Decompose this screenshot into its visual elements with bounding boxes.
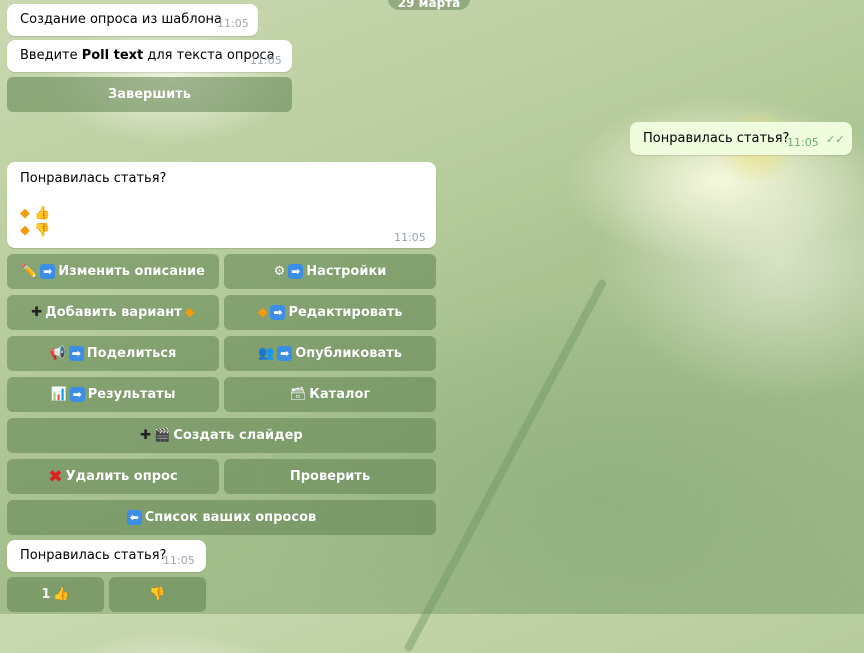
message-text-bold: Poll text (81, 48, 144, 63)
cross-icon: ✖ (48, 466, 63, 487)
thumbs-up-icon: 👍 (53, 587, 70, 602)
message-time: 11:05 (787, 136, 819, 149)
message-poll: Понравилась статья? 11:05 (7, 540, 206, 572)
button-label: Результаты (87, 387, 176, 402)
button-label: Редактировать (288, 305, 403, 320)
message-time: 11:05 (163, 554, 195, 567)
arrow-left-icon: ⬅ (126, 510, 142, 525)
diamond-icon: ◆ (257, 305, 268, 320)
like-count: 1 (41, 587, 51, 602)
double-check-icon: ✓✓ (826, 133, 845, 146)
arrow-right-icon: ➡ (270, 305, 286, 320)
arrow-right-icon: ➡ (68, 346, 84, 361)
button-label: Настройки (306, 264, 387, 279)
people-icon: 👥 (258, 346, 275, 361)
your-polls-button[interactable]: ⬅ Список ваших опросов (7, 500, 436, 535)
check-button[interactable]: Проверить (224, 459, 436, 494)
message-poll-preview: Понравилась статья? ◆ 👍 ◆ 👎 11:05 (7, 162, 436, 248)
button-label: Создать слайдер (173, 428, 303, 443)
message-text: Введите Poll text для текста опроса (20, 48, 275, 63)
edit-description-button[interactable]: ✏️ ➡ Изменить описание (7, 254, 219, 289)
message-time: 11:05 (217, 17, 249, 30)
button-label: Удалить опрос (65, 469, 178, 484)
plus-icon: ✚ (31, 305, 43, 320)
results-button[interactable]: 📊 ➡ Результаты (7, 377, 219, 412)
arrow-right-icon: ➡ (40, 264, 56, 279)
pencil-icon: ✏️ (21, 264, 38, 279)
poll-title: Понравилась статья? (20, 171, 167, 186)
button-label: Добавить вариант (45, 305, 182, 320)
catalog-button[interactable]: 🗃 Каталог (224, 377, 436, 412)
message-time: 11:05 (394, 231, 426, 244)
button-label: Каталог (309, 387, 371, 402)
vote-like-button[interactable]: 1 👍 (7, 577, 104, 612)
delete-poll-button[interactable]: ✖ Удалить опрос (7, 459, 219, 494)
button-label: Изменить описание (58, 264, 205, 279)
date-pill: 29 марта (388, 0, 470, 10)
settings-button[interactable]: ⚙ ➡ Настройки (224, 254, 436, 289)
finish-button-label: Завершить (107, 87, 192, 102)
vote-dislike-button[interactable]: 👎 (109, 577, 206, 612)
diamond-icon: ◆ (20, 223, 30, 238)
arrow-right-icon: ➡ (288, 264, 304, 279)
clapper-icon: 🎬 (154, 428, 171, 443)
diamond-icon: ◆ (20, 206, 30, 221)
thumbs-down-icon: 👎 (149, 587, 166, 602)
button-label: Поделиться (86, 346, 177, 361)
add-option-button[interactable]: ✚ Добавить вариант ◆ (7, 295, 219, 330)
poll-option-like: ◆ 👍 (20, 206, 50, 221)
gear-icon: ⚙ (273, 264, 286, 279)
publish-button[interactable]: 👥 ➡ Опубликовать (224, 336, 436, 371)
message-text: Понравилась статья? (20, 548, 167, 563)
message-text: Создание опроса из шаблона (20, 12, 222, 27)
edit-button[interactable]: ◆ ➡ Редактировать (224, 295, 436, 330)
arrow-right-icon: ➡ (277, 346, 293, 361)
share-button[interactable]: 📢 ➡ Поделиться (7, 336, 219, 371)
create-slider-button[interactable]: ✚ 🎬 Создать слайдер (7, 418, 436, 453)
thumbs-up-icon: 👍 (34, 206, 51, 221)
diamond-icon: ◆ (184, 305, 195, 320)
thumbs-down-icon: 👎 (34, 223, 51, 238)
file-box-icon: 🗃 (289, 387, 307, 402)
button-label: Проверить (289, 469, 371, 484)
message-template-created: Создание опроса из шаблона 11:05 (7, 4, 258, 36)
message-outgoing: Понравилась статья? 11:05 ✓✓ (630, 122, 852, 155)
finish-button[interactable]: Завершить (7, 77, 292, 112)
arrow-right-icon: ➡ (69, 387, 85, 402)
message-text-part: Введите (20, 48, 82, 63)
message-enter-poll-text: Введите Poll text для текста опроса 11:0… (7, 40, 292, 72)
button-label: Список ваших опросов (144, 510, 317, 525)
plus-icon: ✚ (140, 428, 152, 443)
message-time: 11:05 (250, 54, 282, 67)
message-text: Понравилась статья? (643, 131, 790, 146)
megaphone-icon: 📢 (49, 346, 66, 361)
bar-chart-icon: 📊 (50, 387, 67, 402)
poll-option-dislike: ◆ 👎 (20, 223, 50, 238)
button-label: Опубликовать (295, 346, 402, 361)
